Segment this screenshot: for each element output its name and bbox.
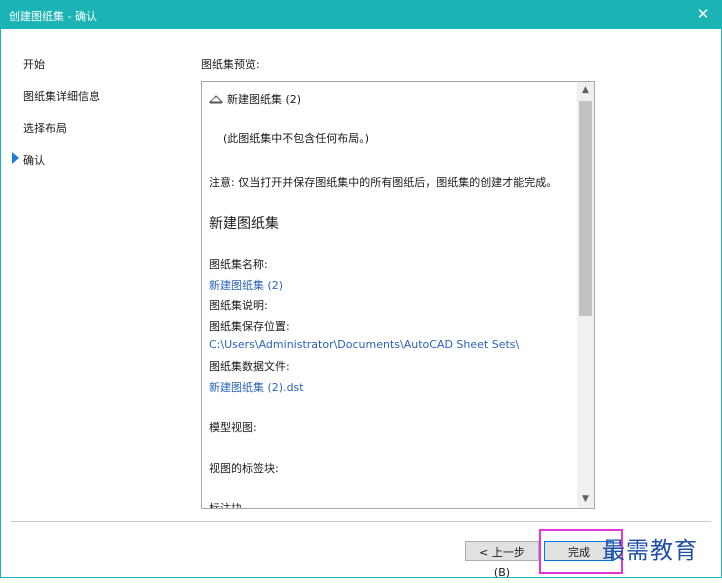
- preview-content: 新建图纸集 (2) (此图纸集中不包含任何布局。) 注意: 仅当打开并保存图纸集…: [202, 82, 576, 508]
- completion-notice: 注意: 仅当打开并保存图纸集中的所有图纸后，图纸集的创建才能完成。: [209, 176, 558, 189]
- name-label: 图纸集名称:: [209, 258, 268, 271]
- view-label-block-label: 视图的标签块:: [209, 462, 279, 475]
- location-value: C:\Users\Administrator\Documents\AutoCAD…: [209, 338, 520, 351]
- scroll-thumb[interactable]: [579, 101, 592, 316]
- description-label: 图纸集说明:: [209, 299, 268, 312]
- back-button[interactable]: < 上一步(B): [465, 541, 539, 579]
- scroll-up-icon[interactable]: ▲: [577, 82, 594, 99]
- no-layouts-note: (此图纸集中不包含任何布局。): [223, 132, 370, 145]
- nav-item-start[interactable]: 开始: [23, 56, 45, 72]
- current-step-arrow-icon: [12, 152, 19, 164]
- watermark: 最需教育: [602, 538, 698, 564]
- preview-label: 图纸集预览:: [201, 58, 260, 71]
- title-bar: 创建图纸集 - 确认 ✕: [0, 0, 722, 29]
- name-value: 新建图纸集 (2): [209, 279, 284, 292]
- preview-sheet-set-name: 新建图纸集 (2): [227, 93, 302, 106]
- model-view-label: 模型视图:: [209, 421, 257, 434]
- close-icon[interactable]: ✕: [692, 4, 714, 24]
- preview-heading: 新建图纸集: [209, 216, 279, 232]
- nav-item-confirm[interactable]: 确认: [23, 152, 45, 168]
- partial-line: 标注块: [209, 502, 242, 509]
- sheet-set-preview-pane[interactable]: 新建图纸集 (2) (此图纸集中不包含任何布局。) 注意: 仅当打开并保存图纸集…: [201, 81, 595, 509]
- window-title: 创建图纸集 - 确认: [9, 10, 97, 23]
- scroll-down-icon[interactable]: ▼: [577, 491, 594, 508]
- footer-divider: [11, 521, 711, 522]
- nav-item-choose-layouts[interactable]: 选择布局: [23, 120, 67, 136]
- data-file-label: 图纸集数据文件:: [209, 360, 290, 373]
- preview-sheet-set-title: 新建图纸集 (2): [209, 91, 301, 107]
- preview-scrollbar[interactable]: ▲ ▼: [577, 82, 594, 508]
- location-label: 图纸集保存位置:: [209, 320, 290, 333]
- sheet-set-icon: [209, 95, 223, 104]
- nav-item-sheet-set-details[interactable]: 图纸集详细信息: [23, 88, 100, 104]
- data-file-value: 新建图纸集 (2).dst: [209, 381, 304, 394]
